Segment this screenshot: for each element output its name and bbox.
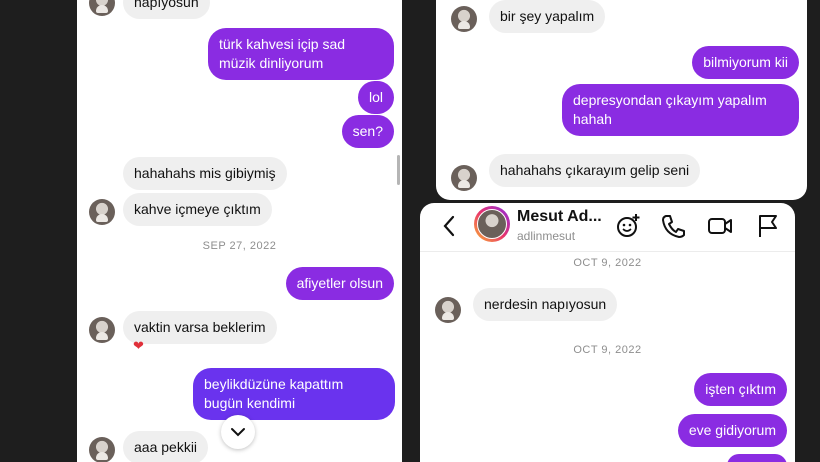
phone-icon[interactable] xyxy=(660,212,688,240)
back-icon[interactable] xyxy=(442,215,456,237)
contact-avatar[interactable] xyxy=(474,206,510,242)
right-bottom-chat-panel: Mesut Ad... adlinmesut OCT 9, 2022 nerde… xyxy=(420,203,795,462)
right-top-chat-panel: bir şey yapalım bilmiyorum kii depresyon… xyxy=(436,0,807,200)
outgoing-message[interactable]: türk kahvesi içip sad müzik dinliyorum xyxy=(208,28,394,80)
contact-username: adlinmesut xyxy=(517,229,576,243)
outgoing-message[interactable]: depresyondan çıkayım yapalım hahah xyxy=(562,84,799,136)
date-separator: OCT 9, 2022 xyxy=(573,344,642,356)
outgoing-message[interactable]: afiyetler olsun xyxy=(285,267,394,300)
outgoing-message[interactable]: işten çıktım xyxy=(694,373,787,406)
chevron-down-icon xyxy=(231,428,245,437)
incoming-message[interactable]: kahve içmeye çıktım xyxy=(123,193,272,226)
scroll-down-button[interactable] xyxy=(221,415,255,449)
contact-avatar[interactable] xyxy=(89,437,115,462)
contact-name[interactable]: Mesut Ad... xyxy=(517,208,602,226)
outgoing-message[interactable]: eve gidiyorum xyxy=(677,414,787,447)
contact-avatar[interactable] xyxy=(89,0,115,16)
contact-avatar[interactable] xyxy=(435,297,461,323)
contact-avatar[interactable] xyxy=(451,6,477,32)
effects-icon[interactable] xyxy=(615,212,643,240)
outgoing-message[interactable]: sen? xyxy=(341,115,394,148)
scrollbar[interactable] xyxy=(397,155,400,185)
incoming-message[interactable]: hahahahs mis gibiymiş xyxy=(123,157,287,190)
flag-icon[interactable] xyxy=(754,212,782,240)
contact-avatar[interactable] xyxy=(89,317,115,343)
incoming-message[interactable]: aaa pekkii xyxy=(123,431,209,462)
incoming-message[interactable]: bir şey yapalım xyxy=(489,0,606,33)
left-chat-panel: napıyosun türk kahvesi içip sad müzik di… xyxy=(77,0,402,462)
contact-avatar[interactable] xyxy=(451,165,477,191)
date-separator: OCT 9, 2022 xyxy=(573,257,642,269)
date-separator: SEP 27, 2022 xyxy=(202,240,277,252)
video-icon[interactable] xyxy=(706,212,734,240)
outgoing-message[interactable]: bilmiyorum kii xyxy=(692,46,799,79)
contact-avatar[interactable] xyxy=(89,199,115,225)
incoming-message[interactable]: napıyosun xyxy=(123,0,210,19)
heart-icon[interactable]: ❤ xyxy=(133,338,144,354)
incoming-message[interactable]: vaktin varsa beklerim xyxy=(123,311,277,344)
incoming-message[interactable]: nerdesin napıyosun xyxy=(473,288,618,321)
chat-header: Mesut Ad... adlinmesut xyxy=(420,203,795,252)
incoming-message[interactable]: hahahahs çıkarayım gelip seni xyxy=(489,154,701,187)
outgoing-message[interactable]: beylikdüzüne kapattım bugün kendimi xyxy=(193,368,395,420)
outgoing-message[interactable]: lol xyxy=(357,81,394,114)
outgoing-message-partial[interactable] xyxy=(727,454,787,462)
